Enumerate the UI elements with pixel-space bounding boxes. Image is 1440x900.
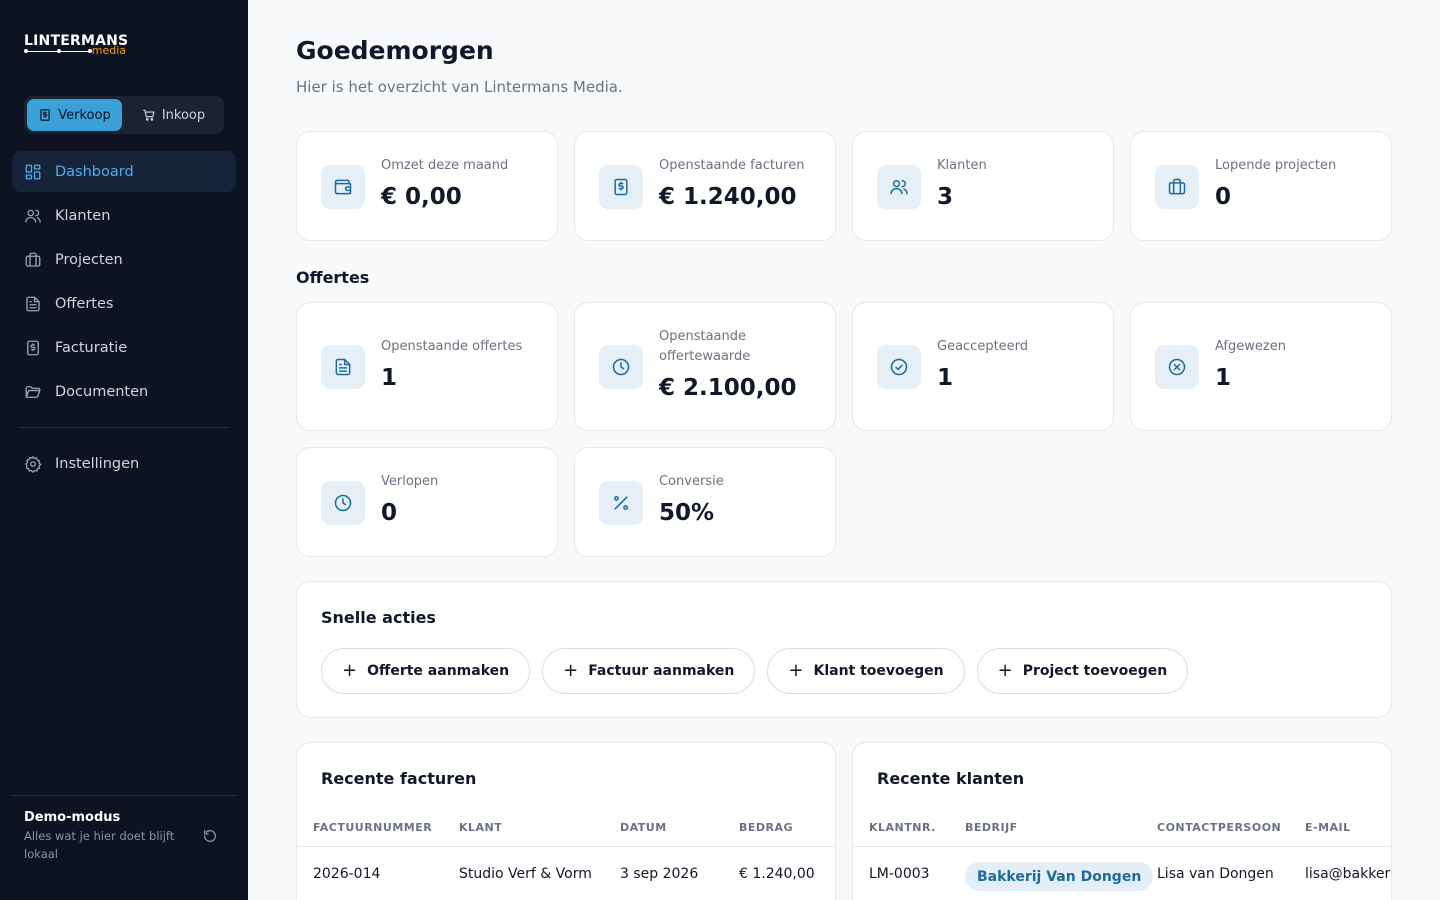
mode-switch: Verkoop Inkoop [24, 96, 224, 134]
demo-mode-panel: Demo-modus Alles wat je hier doet blijft… [12, 795, 236, 863]
stat-card-rejected: Afgewezen 1 [1130, 302, 1392, 431]
stat-card-open-invoices: Openstaande facturen € 1.240,00 [574, 131, 836, 241]
dashboard-icon [25, 164, 41, 179]
plus-icon: + [342, 660, 358, 681]
stat-card-open-quotes: Openstaande offertes 1 [296, 302, 558, 431]
table-header: KLANTNR. BEDRIJF CONTACTPERSOON E-MAIL [853, 813, 1391, 847]
stat-card-accepted: Geaccepteerd 1 [852, 302, 1114, 431]
sidebar-item-dashboard[interactable]: Dashboard [12, 151, 236, 192]
stat-card-conversion: Conversie 50% [574, 447, 836, 557]
stat-card-quote-value: Openstaande offertewaarde € 2.100,00 [574, 302, 836, 431]
table-row[interactable]: 2026-014 Studio Verf & Vorm 3 sep 2026 €… [297, 848, 835, 900]
quick-actions-title: Snelle acties [321, 608, 436, 627]
sidebar-item-invoicing[interactable]: Facturatie [12, 327, 236, 368]
plus-icon: + [997, 660, 1013, 681]
recent-invoices-panel: Recente facturen FACTUURNUMMER KLANT DAT… [296, 742, 836, 900]
check-circle-icon [890, 358, 908, 376]
receipt-icon [40, 109, 50, 121]
document-icon [26, 296, 40, 311]
clock-icon [334, 494, 352, 512]
page-subtitle: Hier is het overzicht van Lintermans Med… [296, 78, 623, 96]
briefcase-icon [25, 252, 41, 267]
logo[interactable]: LINTERMANS media [24, 34, 128, 58]
plus-icon: + [563, 660, 579, 681]
demo-text: Alles wat je hier doet blijft lokaal [24, 829, 175, 861]
page-title: Goedemorgen [296, 36, 494, 65]
sidebar-item-projects[interactable]: Projecten [12, 239, 236, 280]
x-circle-icon [1168, 358, 1186, 376]
wallet-icon [334, 179, 352, 195]
add-project-button[interactable]: + Project toevoegen [976, 648, 1189, 694]
plus-icon: + [788, 660, 804, 681]
mode-sales-button[interactable]: Verkoop [27, 99, 122, 131]
quick-actions-panel: Snelle acties + Offerte aanmaken + Factuur… [296, 581, 1392, 718]
mode-purchase-button[interactable]: Inkoop [126, 99, 221, 131]
sidebar-nav: Dashboard Klanten Projecten Offertes Fac… [12, 151, 236, 487]
recent-clients-panel: Recente klanten KLANTNR. BEDRIJF CONTACT… [852, 742, 1392, 900]
sidebar: LINTERMANS media Verkoop Inkoop Dashboar… [0, 0, 248, 900]
sidebar-item-documents[interactable]: Documenten [12, 371, 236, 412]
document-icon [335, 358, 351, 376]
users-icon [890, 180, 908, 195]
demo-title: Demo-modus [24, 810, 121, 825]
reset-icon[interactable] [202, 828, 218, 844]
recent-clients-title: Recente klanten [877, 769, 1025, 788]
create-quote-button[interactable]: + Offerte aanmaken [321, 648, 531, 694]
stat-card-expired: Verlopen 0 [296, 447, 558, 557]
users-icon [25, 209, 41, 223]
briefcase-icon [1168, 178, 1186, 195]
add-client-button[interactable]: + Klant toevoegen [767, 648, 965, 694]
table-row[interactable]: LM-0003 Bakkerij Van Dongen Lisa van Don… [853, 848, 1391, 900]
stat-card-projects: Lopende projecten 0 [1130, 131, 1392, 241]
percent-icon [614, 496, 628, 510]
sidebar-item-settings[interactable]: Instellingen [12, 443, 236, 484]
sidebar-item-quotes[interactable]: Offertes [12, 283, 236, 324]
receipt-icon [614, 178, 628, 196]
clock-icon [612, 358, 630, 376]
stat-card-revenue: Omzet deze maand € 0,00 [296, 131, 558, 241]
folder-icon [25, 385, 41, 398]
gear-icon [25, 455, 42, 473]
main-content: Goedemorgen Hier is het overzicht van Li… [248, 0, 1440, 900]
stat-card-clients: Klanten 3 [852, 131, 1114, 241]
receipt-icon [27, 340, 39, 355]
company-link[interactable]: Bakkerij Van Dongen [965, 862, 1154, 891]
section-title-quotes: Offertes [296, 268, 370, 287]
recent-invoices-title: Recente facturen [321, 769, 477, 788]
sidebar-item-clients[interactable]: Klanten [12, 195, 236, 236]
table-header: FACTUURNUMMER KLANT DATUM BEDRAG [297, 813, 835, 847]
cart-icon [143, 109, 155, 121]
logo-sub: media [91, 44, 126, 57]
nav-divider [20, 427, 228, 428]
create-invoice-button[interactable]: + Factuur aanmaken [542, 648, 756, 694]
